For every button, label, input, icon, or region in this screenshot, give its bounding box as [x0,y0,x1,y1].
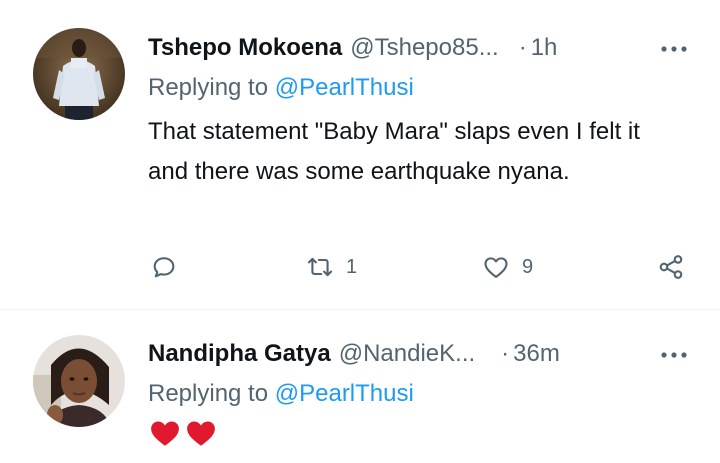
tweet-reply-1[interactable]: Tshepo Mokoena @Tshepo85... · 1h Replyin… [0,0,720,310]
replying-to-mention[interactable]: @PearlThusi [275,380,414,407]
author-handle[interactable]: @NandieK... [339,337,475,371]
retweet-button[interactable]: 1 [306,250,357,284]
heart-outline-icon [484,257,508,278]
replying-to: Replying to @PearlThusi [148,377,414,411]
more-dots-icon[interactable] [658,345,690,365]
tweet-header: Tshepo Mokoena @Tshepo85... · 1h [148,31,690,65]
tweet-text [148,416,218,450]
author-name[interactable]: Nandipha Gatya [148,337,331,371]
reply-icon [153,257,175,278]
avatar[interactable] [33,28,125,120]
tweet-header: Nandipha Gatya @NandieK... · 36m [148,337,690,371]
red-heart-emoji-icon [151,421,179,446]
like-count: 9 [522,255,534,278]
timestamp[interactable]: 1h [531,31,558,65]
share-icon [659,255,683,279]
retweet-count: 1 [346,255,358,278]
tweet-reply-2[interactable]: Nandipha Gatya @NandieK... · 36m Replyin… [0,311,720,463]
like-button[interactable]: 9 [482,250,533,284]
share-button[interactable] [657,250,685,284]
author-handle[interactable]: @Tshepo85... [350,31,498,65]
replying-to-mention[interactable]: @PearlThusi [275,74,414,101]
author-name[interactable]: Tshepo Mokoena [148,31,342,65]
time-separator: · [518,34,527,61]
tweet-text: That statement "Baby Mara" slaps even I … [148,118,640,185]
avatar[interactable] [33,335,125,427]
retweet-icon [307,257,333,277]
red-heart-emoji-icon [187,421,215,446]
tweet-actions: 1 9 [148,250,690,284]
replying-label: Replying to [148,380,269,407]
time-separator: · [501,340,510,367]
person-photo-avatar [33,335,125,427]
timestamp[interactable]: 36m [513,337,560,371]
reply-button[interactable] [150,250,178,284]
more-dots-icon[interactable] [658,39,690,59]
person-photo-avatar [33,28,125,120]
replying-to: Replying to @PearlThusi [148,71,414,105]
replying-label: Replying to [148,74,269,101]
